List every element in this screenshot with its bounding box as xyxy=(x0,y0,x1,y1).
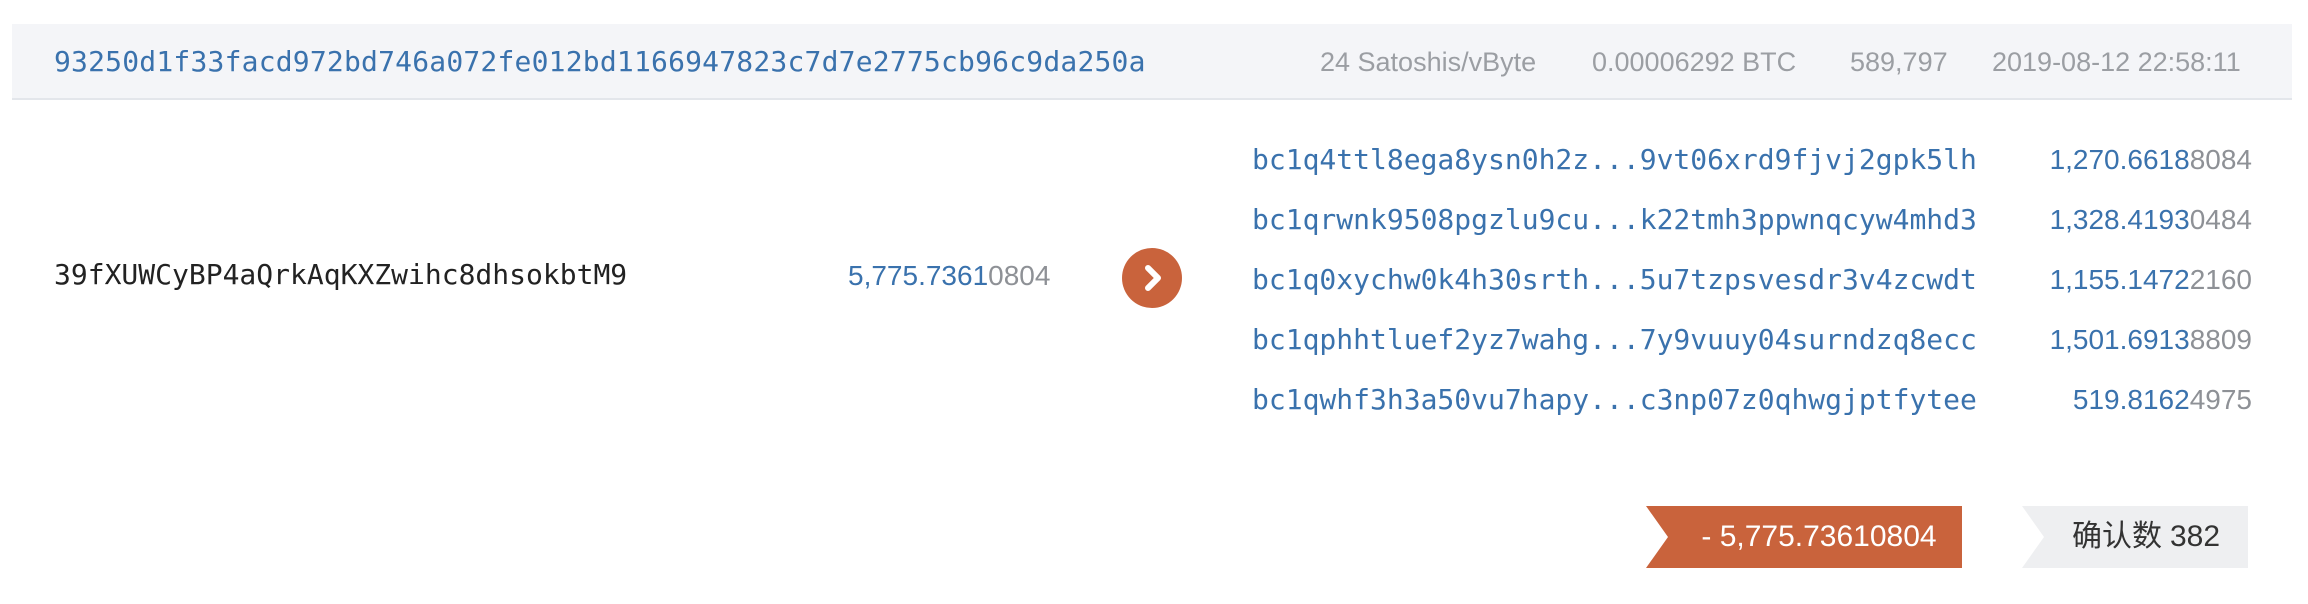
confirmations-count: 382 xyxy=(2170,520,2221,553)
output-address-link[interactable]: bc1q0xychw0k4h30srth...5u7tzpsvesdr3v4zc… xyxy=(1252,260,1977,300)
transaction-header: 93250d1f33facd972bd746a072fe012bd1166947… xyxy=(12,24,2292,100)
transfer-arrow-button[interactable] xyxy=(1122,248,1182,308)
total-amount: - 5,775.73610804 xyxy=(1701,520,1937,553)
output-amount-major: 1,501.6913 xyxy=(2049,324,2190,355)
output-amount-major: 519.8162 xyxy=(2072,384,2190,415)
output-amount-minor: 2160 xyxy=(2189,264,2252,295)
transaction-fee: 0.00006292 BTC xyxy=(1592,47,1797,77)
input-amount-major: 5,775.7361 xyxy=(848,260,989,291)
chevron-right-icon xyxy=(1145,265,1161,291)
output-amount: 1,328.41930484 xyxy=(2050,200,2252,240)
output-row: bc1q4ttl8ega8ysn0h2z...9vt06xrd9fjvj2gpk… xyxy=(1252,140,2252,200)
output-address-link[interactable]: bc1q4ttl8ega8ysn0h2z...9vt06xrd9fjvj2gpk… xyxy=(1252,140,1977,180)
transaction-timestamp: 2019-08-12 22:58:11 xyxy=(1992,47,2241,77)
input-amount: 5,775.73610804 xyxy=(848,260,1050,292)
output-amount-minor: 8809 xyxy=(2189,324,2252,355)
block-height: 589,797 xyxy=(1850,47,1948,77)
output-row: bc1qwhf3h3a50vu7hapy...c3np07z0qhwgjptfy… xyxy=(1252,380,2252,440)
output-address-link[interactable]: bc1qwhf3h3a50vu7hapy...c3np07z0qhwgjptfy… xyxy=(1252,380,1977,420)
confirmations-text: 确认数 382 xyxy=(2072,506,2220,568)
output-amount-major: 1,328.4193 xyxy=(2049,204,2190,235)
input-amount-minor: 0804 xyxy=(988,260,1051,291)
output-address-link[interactable]: bc1qphhtluef2yz7wahg...7y9vuuy04surndzq8… xyxy=(1252,320,1977,360)
output-amount-minor: 8084 xyxy=(2189,144,2252,175)
output-amount-minor: 4975 xyxy=(2189,384,2252,415)
output-address-link[interactable]: bc1qrwnk9508pgzlu9cu...k22tmh3ppwnqcyw4m… xyxy=(1252,200,1977,240)
confirmations-label: 确认数 xyxy=(2072,520,2162,553)
output-amount-major: 1,270.6618 xyxy=(2049,144,2190,175)
output-row: bc1q0xychw0k4h30srth...5u7tzpsvesdr3v4zc… xyxy=(1252,260,2252,320)
input-address-link[interactable]: 39fXUWCyBP4aQrkAqKXZwihc8dhsokbtM9 xyxy=(54,258,627,291)
outputs-list: bc1q4ttl8ega8ysn0h2z...9vt06xrd9fjvj2gpk… xyxy=(1252,140,2252,440)
output-row: bc1qphhtluef2yz7wahg...7y9vuuy04surndzq8… xyxy=(1252,320,2252,380)
output-amount: 1,501.69138809 xyxy=(2050,320,2252,360)
output-amount-minor: 0484 xyxy=(2189,204,2252,235)
confirmations-badge: 确认数 382 xyxy=(2022,506,2248,568)
output-amount-major: 1,155.1472 xyxy=(2049,264,2190,295)
output-amount: 1,155.14722160 xyxy=(2050,260,2252,300)
transaction-hash-link[interactable]: 93250d1f33facd972bd746a072fe012bd1166947… xyxy=(54,24,1146,100)
fee-rate: 24 Satoshis/vByte xyxy=(1320,47,1537,77)
total-amount-badge: - 5,775.73610804 xyxy=(1646,506,1962,568)
output-amount: 519.81624975 xyxy=(2073,380,2252,420)
output-amount: 1,270.66188084 xyxy=(2050,140,2252,180)
output-row: bc1qrwnk9508pgzlu9cu...k22tmh3ppwnqcyw4m… xyxy=(1252,200,2252,260)
